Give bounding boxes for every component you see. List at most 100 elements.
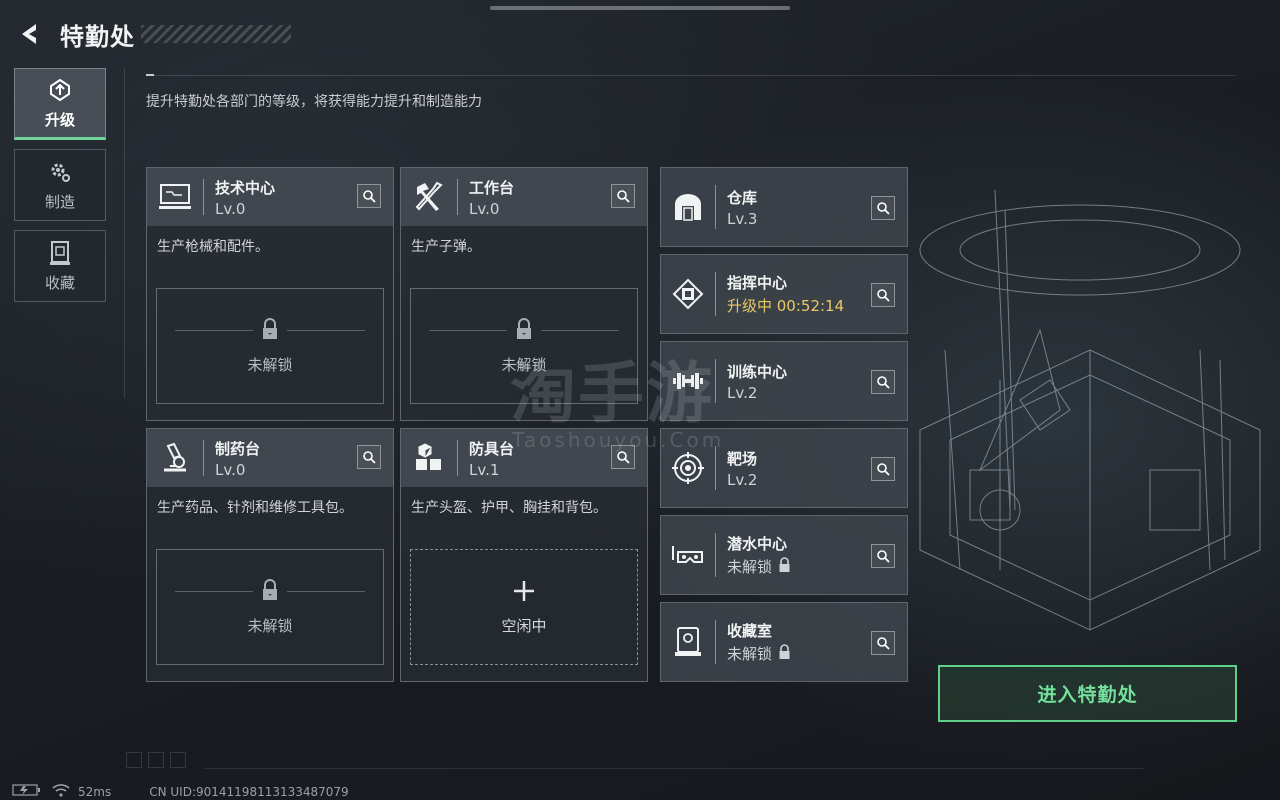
divider [146, 75, 1236, 76]
battery-icon [12, 784, 42, 799]
card-level: Lv.0 [469, 199, 500, 218]
microscope-icon [147, 429, 203, 487]
title-decoration [141, 25, 291, 43]
facility-card-tech-center[interactable]: 技术中心 Lv.0 生产枪械和配件。 未解锁 [146, 167, 394, 421]
nav-item-upgrade[interactable]: 升级 [14, 68, 106, 140]
search-icon[interactable] [871, 196, 895, 220]
search-icon[interactable] [871, 631, 895, 655]
separator [715, 272, 716, 316]
display-case-icon [661, 602, 715, 682]
search-icon[interactable] [611, 184, 635, 208]
cubes-icon [401, 429, 457, 487]
back-arrow-icon[interactable] [14, 19, 44, 49]
facility-card-command-center[interactable]: 指挥中心 升级中 00:52:14 [660, 254, 908, 334]
search-icon[interactable] [871, 457, 895, 481]
locked-slot: 未解锁 [156, 288, 384, 404]
separator [457, 179, 458, 215]
warehouse-icon [661, 167, 715, 247]
divider [124, 68, 125, 398]
subtitle: 提升特勤处各部门的等级，将获得能力提升和制造能力 [146, 94, 482, 110]
separator [457, 440, 458, 476]
tools-icon [401, 168, 457, 226]
locked-label: 未解锁 [727, 558, 773, 576]
locked-label: 未解锁 [247, 616, 293, 635]
card-name: 防具台 [469, 439, 515, 458]
card-name: 仓库 [727, 188, 758, 207]
status-bar: 52ms CN UID:901411981131334870​79 [12, 783, 349, 800]
card-name: 制药台 [215, 439, 261, 458]
locked-slot: 未解锁 [156, 549, 384, 665]
side-nav: 升级 制造 收藏 [14, 68, 106, 311]
lock-icon [261, 578, 279, 605]
card-name: 靶场 [727, 449, 758, 468]
card-description: 生产药品、针剂和维修工具包。 [157, 500, 353, 516]
collection-icon [49, 240, 71, 266]
idle-label: 空闲中 [501, 616, 547, 635]
wifi-icon [52, 783, 70, 800]
card-name: 工作台 [469, 178, 515, 197]
facility-card-diving-center[interactable]: 潜水中心 未解锁 [660, 515, 908, 595]
corner-decoration [126, 752, 192, 768]
upgrade-icon [47, 77, 73, 103]
card-level: Lv.3 [727, 209, 758, 228]
watermark-text: 淘手游 [510, 355, 714, 432]
idle-slot[interactable]: 空闲中 [410, 549, 638, 665]
nav-item-craft[interactable]: 制造 [14, 149, 106, 221]
card-name: 训练中心 [727, 362, 788, 381]
header: 特勤处 [14, 14, 291, 54]
card-level: Lv.0 [215, 460, 246, 479]
ping-readout: 52ms [78, 784, 112, 799]
chip-icon [661, 254, 715, 334]
top-handle [490, 6, 790, 10]
card-name: 收藏室 [727, 622, 773, 640]
nav-label: 制造 [44, 192, 75, 211]
card-header: 工作台 Lv.0 [401, 168, 647, 226]
locked-label: 未解锁 [247, 355, 293, 374]
nav-label: 升级 [44, 110, 75, 129]
search-icon[interactable] [871, 370, 895, 394]
card-description: 生产子弹。 [411, 239, 481, 255]
enter-special-ops-button[interactable]: 进入特勤处 [938, 665, 1237, 722]
separator [715, 620, 716, 664]
facility-illustration [919, 189, 1261, 631]
separator [715, 533, 716, 577]
card-header: 技术中心 Lv.0 [147, 168, 393, 226]
lock-icon [778, 643, 791, 664]
computer-icon [147, 168, 203, 226]
facility-card-armor-bench[interactable]: 防具台 Lv.1 生产头盔、护甲、胸挂和背包。 空闲中 [400, 428, 648, 682]
facility-card-collection-room[interactable]: 收藏室 未解锁 [660, 602, 908, 682]
card-level: Lv.2 [727, 470, 758, 489]
plus-icon [512, 579, 536, 607]
lock-icon [261, 317, 279, 344]
card-description: 生产枪械和配件。 [157, 239, 269, 255]
user-uid: CN UID:901411981131334870​79 [149, 784, 349, 799]
upgrade-timer: 升级中 00:52:14 [727, 297, 845, 315]
locked-label: 未解锁 [727, 645, 773, 663]
search-icon[interactable] [357, 445, 381, 469]
card-name: 潜水中心 [727, 535, 788, 553]
facility-card-warehouse[interactable]: 仓库 Lv.3 [660, 167, 908, 247]
card-description: 生产头盔、护甲、胸挂和背包。 [411, 500, 607, 516]
card-status: 未解锁 [727, 556, 791, 577]
search-icon[interactable] [871, 544, 895, 568]
watermark-url: Taoshouyou.Com [512, 428, 725, 452]
separator [715, 185, 716, 229]
card-level: Lv.1 [469, 460, 500, 479]
lock-icon [778, 556, 791, 577]
diving-mask-icon [661, 515, 715, 595]
nav-item-collection[interactable]: 收藏 [14, 230, 106, 302]
divider [205, 768, 1145, 769]
page-title: 特勤处 [60, 22, 135, 51]
enter-button-label: 进入特勤处 [1037, 684, 1138, 706]
card-name: 技术中心 [215, 178, 276, 197]
gear-icon [47, 159, 73, 185]
search-icon[interactable] [357, 184, 381, 208]
separator [203, 179, 204, 215]
divider-mark [146, 74, 154, 76]
card-name: 指挥中心 [727, 274, 788, 292]
card-status: 未解锁 [727, 643, 791, 664]
facility-card-pharmacy[interactable]: 制药台 Lv.0 生产药品、针剂和维修工具包。 未解锁 [146, 428, 394, 682]
nav-label: 收藏 [44, 273, 75, 292]
search-icon[interactable] [871, 283, 895, 307]
card-level: Lv.0 [215, 199, 246, 218]
